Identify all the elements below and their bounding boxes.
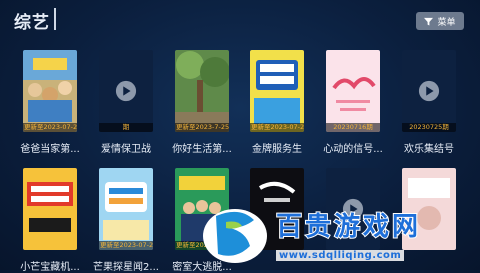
- card-title: 你好生活第...: [172, 144, 232, 155]
- card-badge: 更新至2023-7-25: [175, 123, 229, 132]
- filter-icon: [424, 17, 434, 26]
- card-title: 心动的信号...: [323, 144, 383, 155]
- card-6[interactable]: 20230725期 欢乐集结号: [402, 50, 456, 155]
- watermark-logo-icon: [203, 209, 267, 263]
- poster: 更新至2023-07-2: [23, 50, 77, 132]
- card-2[interactable]: 期 爱情保卫战: [99, 50, 153, 155]
- card-badge: 期: [99, 123, 153, 132]
- page-title: 综艺: [14, 13, 50, 33]
- card-badge: 20230725期: [402, 123, 456, 132]
- card-badge: 更新至2023-07-2: [23, 123, 77, 132]
- card-7[interactable]: 小芒宝藏机...: [20, 168, 80, 273]
- poster-art: [175, 50, 229, 132]
- card-title: 欢乐集结号: [404, 144, 454, 155]
- card-title: 金牌服务生: [252, 144, 302, 155]
- card-title: 芒果探星闻2...: [93, 262, 159, 273]
- poster: 20230725期: [402, 50, 456, 132]
- menu-label: 菜单: [437, 17, 456, 28]
- watermark: 百贵游戏网 www.sdqlliqing.com: [200, 198, 480, 270]
- poster-art: [23, 168, 77, 250]
- play-placeholder-icon: [115, 80, 137, 102]
- card-badge: 20230716期: [326, 123, 380, 132]
- poster-art: [250, 50, 304, 132]
- poster: 更新至2023-07-2: [99, 168, 153, 250]
- card-3[interactable]: 更新至2023-7-25 你好生活第...: [172, 50, 232, 155]
- watermark-cn: 百贵游戏网: [275, 211, 422, 243]
- card-badge: 更新至2023-07-2: [250, 123, 304, 132]
- poster: 更新至2023-7-25: [175, 50, 229, 132]
- poster-art: [326, 50, 380, 132]
- poster: 更新至2023-07-2: [250, 50, 304, 132]
- card-badge: 更新至2023-07-2: [99, 241, 153, 250]
- poster: [23, 168, 77, 250]
- watermark-url: www.sdqlliqing.com: [276, 250, 405, 261]
- card-1[interactable]: 更新至2023-07-2 爸爸当家第...: [20, 50, 80, 155]
- play-placeholder-icon: [418, 80, 440, 102]
- card-4[interactable]: 更新至2023-07-2 金牌服务生: [250, 50, 304, 155]
- poster: 20230716期: [326, 50, 380, 132]
- menu-button[interactable]: 菜单: [416, 12, 464, 30]
- card-title: 爸爸当家第...: [20, 144, 80, 155]
- poster-art: [99, 168, 153, 250]
- card-title: 小芒宝藏机...: [20, 262, 80, 273]
- poster-art: [23, 50, 77, 132]
- card-5[interactable]: 20230716期 心动的信号...: [323, 50, 383, 155]
- watermark-text: 百贵游戏网 www.sdqlliqing.com: [275, 206, 422, 262]
- card-title: 爱情保卫战: [101, 144, 151, 155]
- poster: 期: [99, 50, 153, 132]
- title-divider: [54, 8, 56, 30]
- card-8[interactable]: 更新至2023-07-2 芒果探星闻2...: [93, 168, 159, 273]
